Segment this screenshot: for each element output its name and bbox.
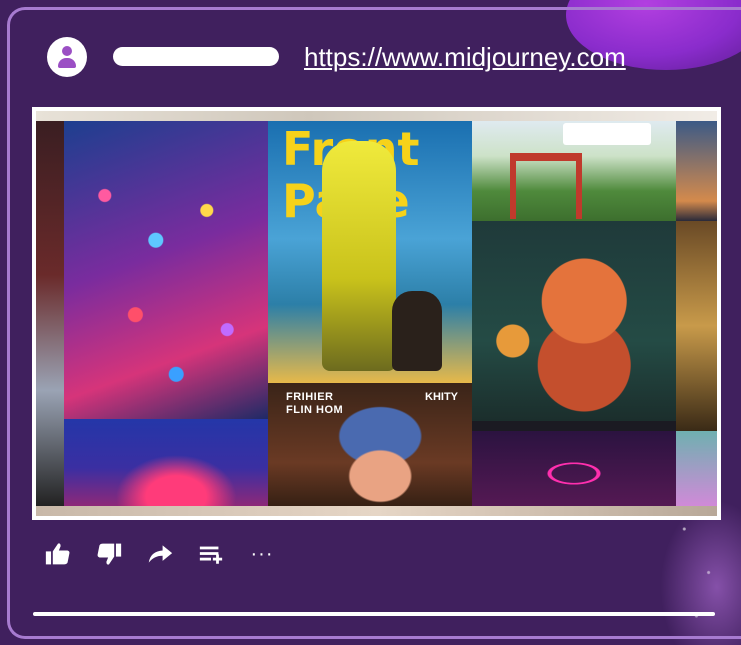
share-arrow-icon bbox=[148, 545, 173, 563]
post-url-link[interactable]: https://www.midjourney.com bbox=[304, 40, 626, 74]
divider-line bbox=[33, 612, 715, 616]
collage-tile-portrait: FRIHIER FLIN HOM KHITY bbox=[268, 383, 472, 516]
add-to-playlist-icon bbox=[199, 546, 223, 564]
collage-tile-neon bbox=[472, 431, 676, 516]
portrait-caption-left: FRIHIER FLIN HOM bbox=[286, 391, 344, 416]
thumbnail-frame[interactable]: Front Page FRIHIER FLIN HOM KHITY bbox=[32, 107, 721, 520]
collage-tile-left bbox=[36, 121, 64, 506]
user-avatar[interactable] bbox=[47, 37, 87, 77]
more-icon: ··· bbox=[250, 543, 274, 565]
collage-tile-balloons bbox=[64, 121, 268, 419]
thumbs-down-icon bbox=[97, 543, 122, 565]
dislike-button[interactable] bbox=[96, 541, 122, 567]
username-placeholder bbox=[113, 47, 279, 66]
thumbs-up-icon bbox=[45, 543, 70, 565]
share-button[interactable] bbox=[147, 541, 173, 567]
action-bar: ··· bbox=[45, 537, 300, 571]
more-button[interactable]: ··· bbox=[249, 541, 275, 567]
portrait-caption-right: KHITY bbox=[425, 391, 458, 403]
thumbnail-collage: Front Page FRIHIER FLIN HOM KHITY bbox=[36, 111, 717, 516]
collage-tile-volcano bbox=[64, 419, 268, 516]
collage-tile-right-top bbox=[676, 121, 717, 221]
collage-tile-clay-figure bbox=[472, 221, 676, 421]
collage-tile-right-mid bbox=[676, 221, 717, 431]
add-to-playlist-button[interactable] bbox=[198, 541, 224, 567]
like-button[interactable] bbox=[45, 541, 71, 567]
avatar-person-icon bbox=[62, 46, 72, 56]
collage-tile-poster: Front Page bbox=[268, 121, 472, 383]
collage-tile-right-bottom bbox=[676, 431, 717, 506]
collage-tile-shrine bbox=[472, 121, 676, 221]
